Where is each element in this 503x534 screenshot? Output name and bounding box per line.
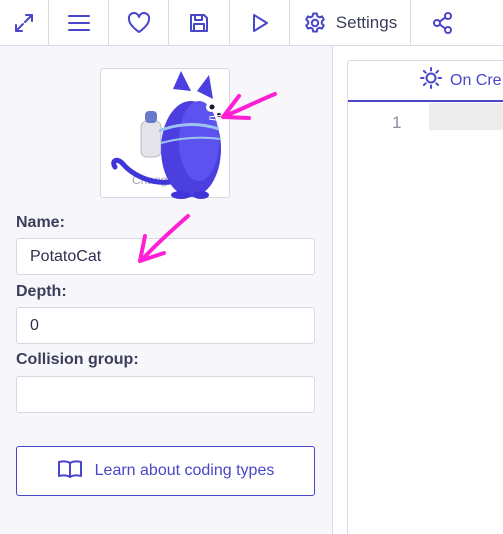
toolbar: Settings (0, 0, 503, 46)
share-nodes-icon (431, 11, 455, 35)
potato-cat-sprite (111, 71, 224, 199)
tab-on-create-label: On Cre (450, 71, 502, 89)
share-button[interactable] (411, 0, 471, 45)
run-button[interactable] (230, 0, 290, 45)
properties-panel: Change ture Name: PotatoCat Depth: 0 Col… (0, 46, 333, 534)
code-editor-panel: On Cre 1 (347, 60, 503, 534)
learn-coding-types-label: Learn about coding types (94, 462, 275, 479)
menu-button[interactable] (49, 0, 109, 45)
annotation-arrow-cat (221, 92, 277, 120)
settings-label: Settings (335, 12, 398, 32)
code-line[interactable] (429, 103, 503, 130)
expand-arrows-icon (13, 12, 35, 34)
hamburger-icon (67, 14, 90, 32)
sun-icon (420, 67, 442, 94)
gear-icon (303, 11, 327, 35)
heart-icon (127, 11, 151, 34)
line-number: 1 (392, 113, 402, 132)
collision-group-label: Collision group: (16, 351, 139, 368)
name-label: Name: (16, 214, 65, 231)
texture-picker[interactable]: Change ture (100, 68, 230, 199)
play-icon (250, 12, 270, 34)
learn-coding-types-button[interactable]: Learn about coding types (16, 446, 315, 496)
tab-on-create[interactable]: On Cre (348, 61, 503, 102)
depth-field[interactable]: 0 (16, 307, 315, 344)
favorite-button[interactable] (109, 0, 169, 45)
fullscreen-button[interactable] (0, 0, 49, 45)
save-button[interactable] (169, 0, 230, 45)
depth-label: Depth: (16, 283, 67, 300)
floppy-disk-icon (188, 12, 210, 34)
collision-group-field[interactable] (16, 376, 315, 413)
book-icon (57, 459, 83, 484)
annotation-arrow-name (138, 214, 190, 263)
settings-button[interactable]: Settings (290, 0, 411, 45)
